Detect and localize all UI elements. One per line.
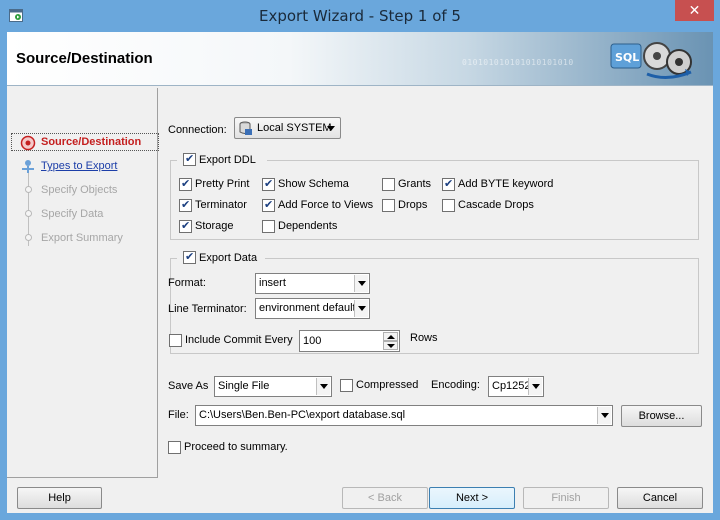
proceed-to-summary-checkbox[interactable] — [168, 441, 181, 454]
current-step-icon — [20, 135, 36, 151]
encoding-value: Cp1252 — [492, 380, 531, 392]
drops-label: Drops — [398, 199, 428, 211]
chevron-down-icon — [354, 300, 368, 317]
wizard-steps-nav: Source/Destination Types to Export Speci… — [7, 88, 159, 478]
finish-button[interactable]: Finish — [523, 487, 609, 509]
compressed-checkbox[interactable] — [340, 379, 353, 392]
line-terminator-dropdown[interactable]: environment default — [255, 298, 370, 319]
step-dot-icon — [25, 234, 32, 241]
export-wizard-window: Export Wizard - Step 1 of 5 ✕ Source/Des… — [0, 0, 720, 520]
compressed-label: Compressed — [356, 379, 419, 391]
nav-step-specify-objects: Specify Objects — [41, 184, 118, 196]
storage-label: Storage — [195, 220, 234, 232]
dependents-label: Dependents — [278, 220, 338, 232]
export-ddl-label: Export DDL — [199, 154, 256, 166]
format-dropdown[interactable]: insert — [255, 273, 370, 294]
save-as-label: Save As — [168, 380, 209, 392]
export-ddl-group — [170, 160, 699, 240]
pretty-print-checkbox[interactable] — [179, 177, 192, 191]
rows-label: Rows — [410, 332, 438, 344]
cascade-drops-label: Cascade Drops — [458, 199, 534, 211]
storage-checkbox[interactable] — [179, 219, 192, 233]
chevron-down-icon — [327, 126, 335, 131]
include-commit-checkbox[interactable] — [169, 334, 182, 347]
encoding-label: Encoding: — [431, 379, 480, 391]
save-as-value: Single File — [218, 380, 270, 392]
drops-checkbox[interactable] — [382, 199, 395, 212]
commit-rows-spinner[interactable]: 100 — [299, 330, 400, 352]
chevron-down-icon — [316, 378, 330, 395]
step-dot-icon — [25, 186, 32, 193]
step-person-icon — [22, 160, 34, 173]
cascade-drops-checkbox[interactable] — [442, 199, 455, 212]
page-title: Source/Destination — [16, 50, 153, 67]
chevron-down-icon — [528, 378, 542, 395]
nav-step-specify-data: Specify Data — [41, 208, 104, 220]
next-button[interactable]: Next > — [429, 487, 515, 509]
include-commit-label: Include Commit Every — [185, 334, 293, 346]
add-byte-keyword-checkbox[interactable] — [442, 177, 455, 191]
title-bar[interactable]: Export Wizard - Step 1 of 5 ✕ — [0, 0, 720, 32]
chevron-down-icon — [354, 275, 368, 292]
wizard-client-area: Source/Destination 010101010101010101010… — [7, 32, 713, 513]
back-button[interactable]: < Back — [342, 487, 428, 509]
close-button[interactable]: ✕ — [675, 0, 714, 21]
proceed-to-summary-label: Proceed to summary. — [184, 441, 288, 453]
format-label: Format: — [168, 277, 206, 289]
save-as-dropdown[interactable]: Single File — [214, 376, 332, 397]
database-export-icon: SQL — [610, 42, 692, 79]
wizard-header: Source/Destination 010101010101010101010… — [7, 32, 713, 86]
nav-step-source-destination[interactable]: Source/Destination — [41, 134, 141, 150]
connection-label: Connection: — [168, 124, 227, 136]
add-force-to-views-label: Add Force to Views — [278, 199, 374, 211]
file-path-value: C:\Users\Ben.Ben-PC\export database.sql — [199, 409, 406, 421]
line-terminator-value: environment default — [259, 302, 356, 314]
pretty-print-label: Pretty Print — [195, 178, 250, 190]
grants-checkbox[interactable] — [382, 178, 395, 191]
file-label: File: — [168, 409, 189, 421]
commit-rows-value: 100 — [303, 335, 322, 347]
nav-step-export-summary: Export Summary — [41, 232, 123, 244]
dependents-checkbox[interactable] — [262, 220, 275, 233]
database-icon — [239, 121, 252, 135]
spinner-up-icon[interactable] — [383, 332, 398, 341]
show-schema-label: Show Schema — [278, 178, 349, 190]
connection-dropdown[interactable]: Local SYSTEM — [234, 117, 341, 139]
line-terminator-label: Line Terminator: — [168, 303, 247, 315]
format-value: insert — [259, 277, 286, 289]
header-binary-decoration: 010101010101010101010 — [462, 58, 574, 67]
show-schema-checkbox[interactable] — [262, 177, 275, 191]
svg-text:SQL: SQL — [615, 51, 639, 64]
spinner-down-icon[interactable] — [383, 341, 398, 350]
browse-button[interactable]: Browse... — [621, 405, 702, 427]
export-ddl-checkbox[interactable] — [183, 152, 196, 166]
cancel-button[interactable]: Cancel — [617, 487, 703, 509]
connection-value: Local SYSTEM — [257, 122, 332, 134]
add-byte-keyword-label: Add BYTE keyword — [458, 178, 554, 190]
grants-label: Grants — [398, 178, 432, 190]
step-dot-icon — [25, 210, 32, 217]
terminator-label: Terminator — [195, 199, 247, 211]
export-data-label: Export Data — [199, 252, 258, 264]
export-data-checkbox[interactable] — [183, 250, 196, 264]
chevron-down-icon — [597, 407, 611, 424]
nav-step-types-to-export[interactable]: Types to Export — [41, 158, 117, 174]
add-force-to-views-checkbox[interactable] — [262, 198, 275, 212]
terminator-checkbox[interactable] — [179, 198, 192, 212]
help-button[interactable]: Help — [17, 487, 102, 509]
file-path-combo[interactable]: C:\Users\Ben.Ben-PC\export database.sql — [195, 405, 613, 426]
window-title: Export Wizard - Step 1 of 5 — [259, 7, 461, 25]
close-icon: ✕ — [688, 2, 701, 18]
encoding-dropdown[interactable]: Cp1252 — [488, 376, 544, 397]
